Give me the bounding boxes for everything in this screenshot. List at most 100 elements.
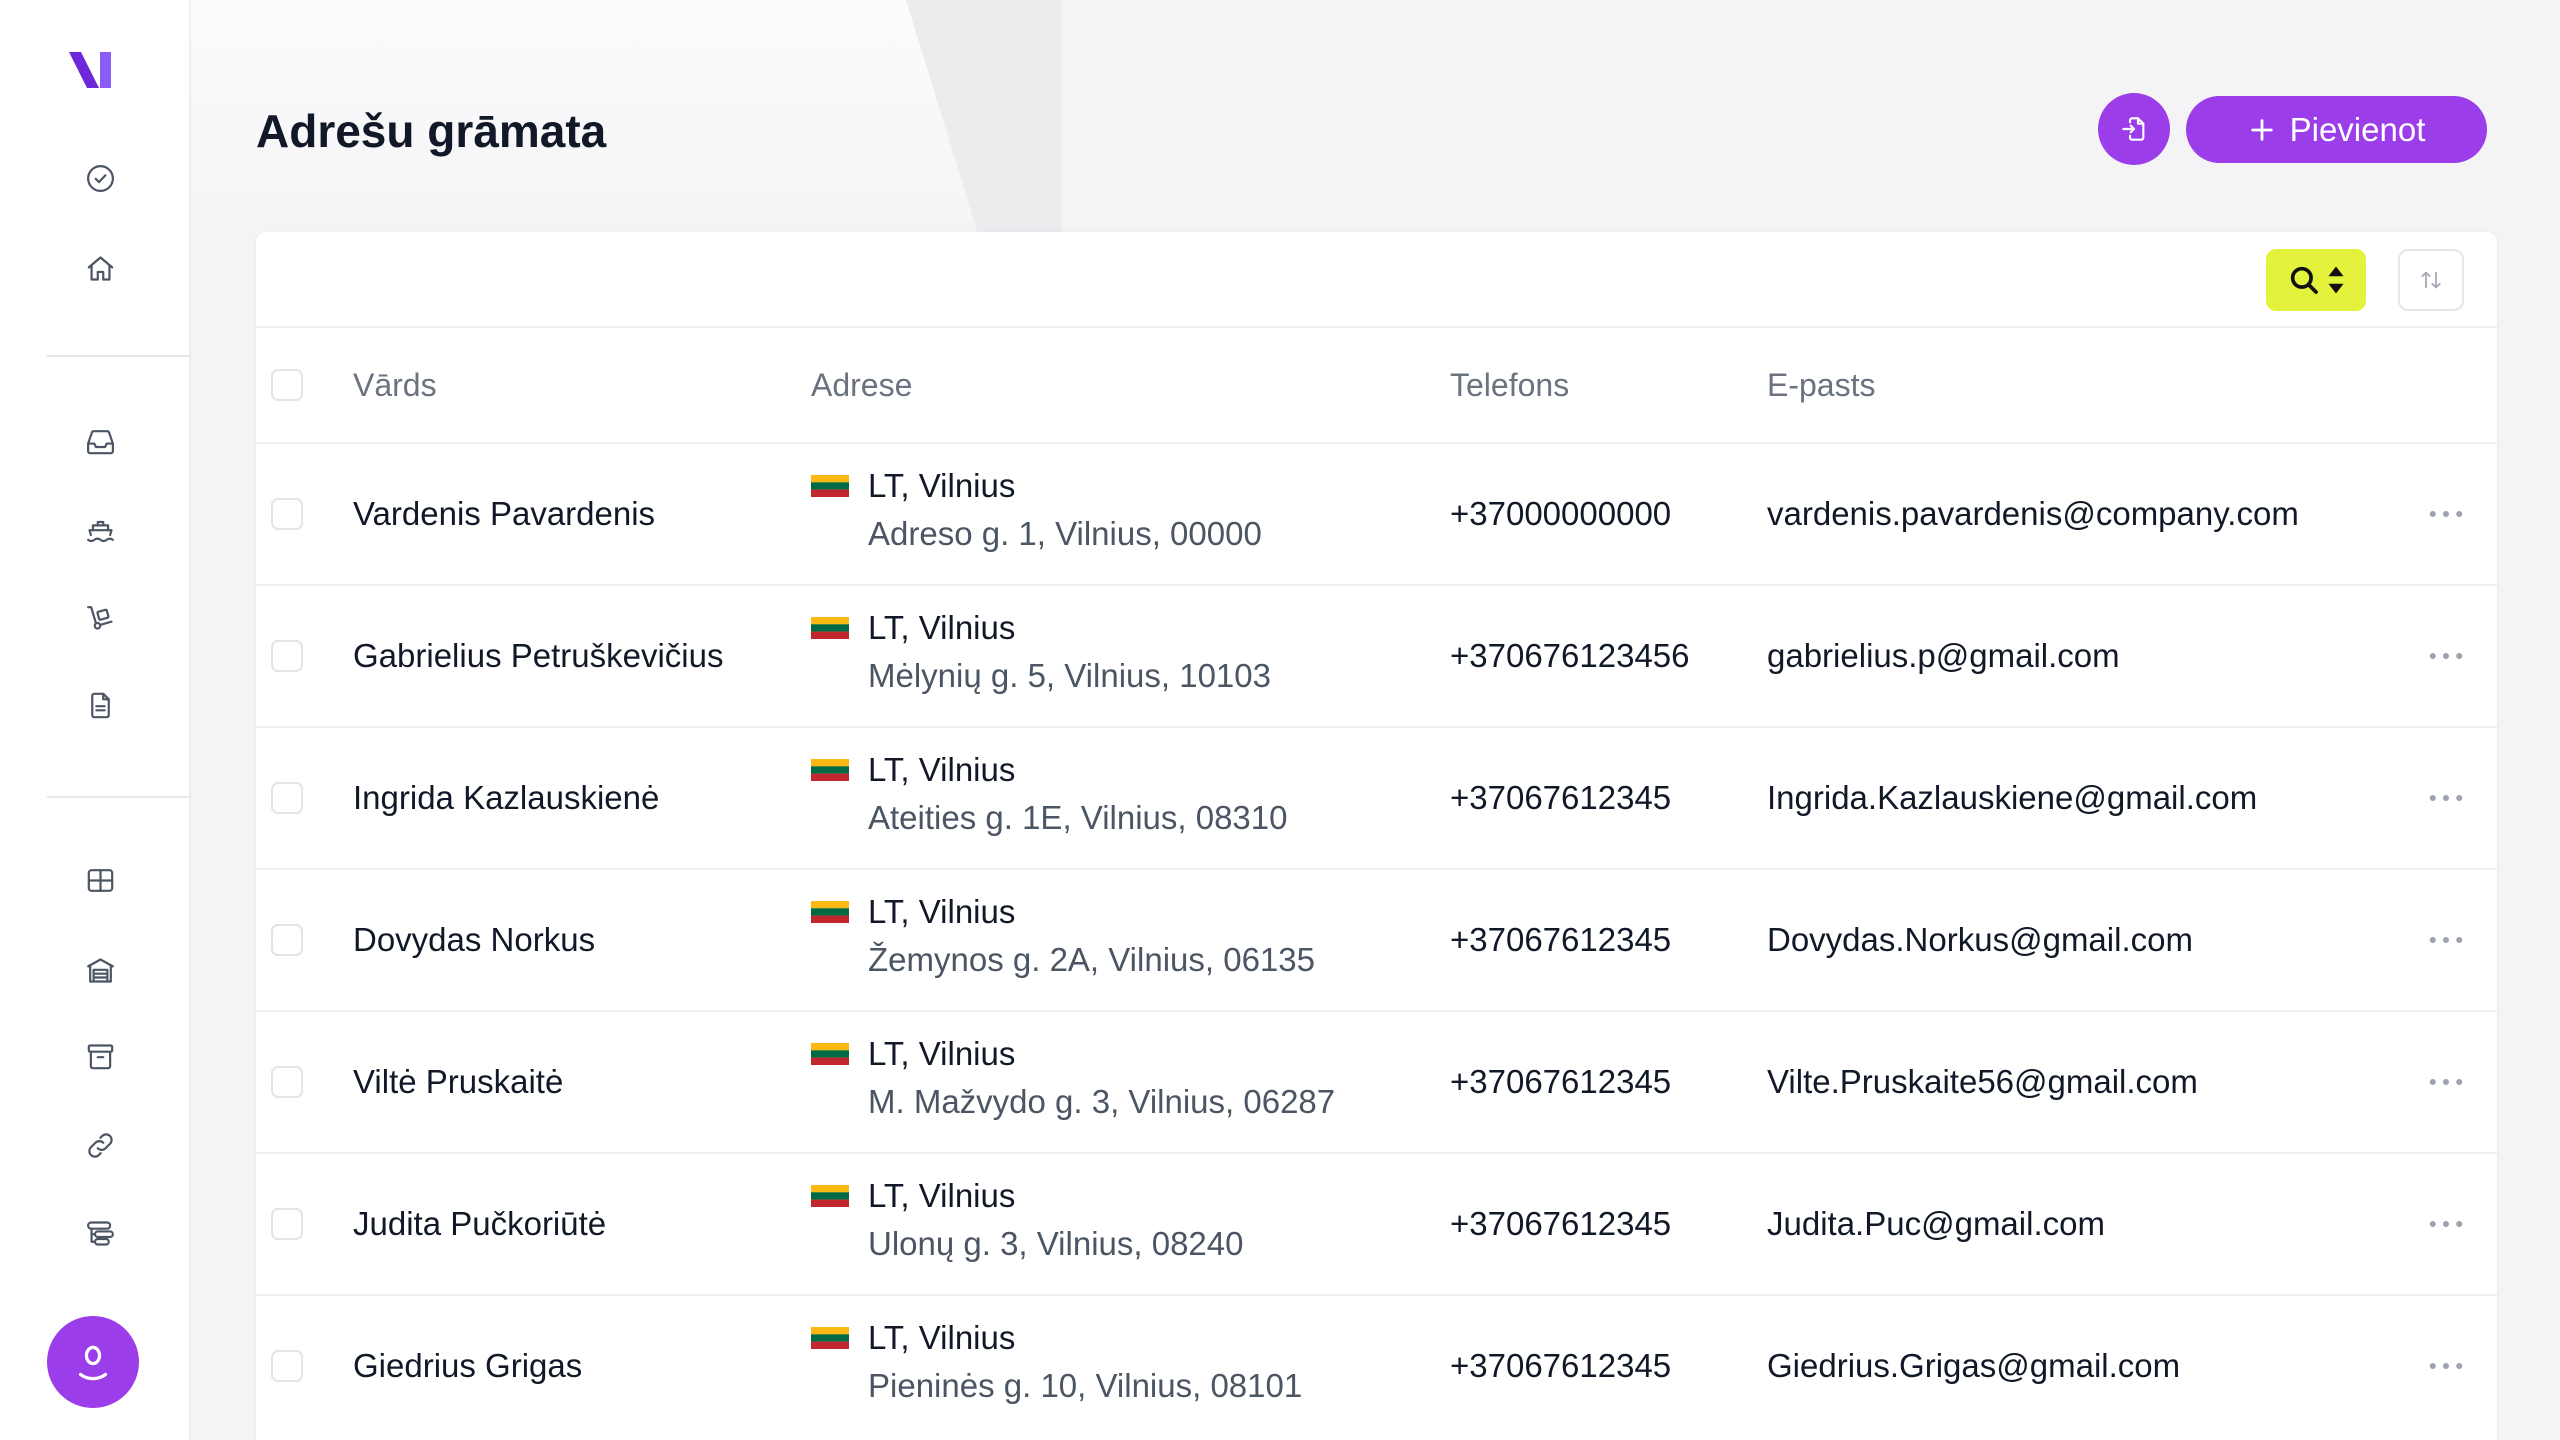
- nav-item-inbox[interactable]: [75, 416, 125, 466]
- lithuania-flag-icon: [811, 617, 849, 639]
- row-actions-button[interactable]: [2426, 636, 2466, 676]
- column-header-address: Adrese: [811, 367, 913, 403]
- address-book-card: Vārds Adrese Telefons E-pasts Vardenis P…: [256, 232, 2497, 1440]
- contact-email: Giedrius.Grigas@gmail.com: [1767, 1347, 2181, 1384]
- row-checkbox[interactable]: [271, 1066, 303, 1098]
- contact-phone: +37000000000: [1450, 495, 1672, 532]
- app-logo[interactable]: [69, 52, 111, 88]
- address-location: LT, Vilnius: [868, 467, 1016, 504]
- row-checkbox[interactable]: [271, 640, 303, 672]
- more-horizontal-icon: [2429, 652, 2463, 660]
- lithuania-flag-icon: [811, 759, 849, 781]
- lithuania-flag-icon: [811, 1185, 849, 1207]
- home-icon: [87, 255, 113, 281]
- import-button[interactable]: [2098, 93, 2170, 165]
- row-checkbox[interactable]: [271, 498, 303, 530]
- select-all-checkbox[interactable]: [271, 369, 303, 401]
- table-row[interactable]: Gabrielius Petruškevičius LT, Vilnius Mė…: [256, 584, 2497, 726]
- row-checkbox[interactable]: [271, 782, 303, 814]
- address-location: LT, Vilnius: [868, 1035, 1016, 1072]
- table-row[interactable]: Judita Pučkoriūtė LT, Vilnius Ulonų g. 3…: [256, 1152, 2497, 1294]
- contact-email: gabrielius.p@gmail.com: [1767, 637, 2120, 674]
- address-street: Žemynos g. 2A, Vilnius, 06135: [868, 941, 1315, 978]
- file-import-icon: [2122, 117, 2145, 141]
- route-stack-icon: [86, 1220, 114, 1246]
- address-street: Ulonų g. 3, Vilnius, 08240: [868, 1225, 1244, 1262]
- contact-phone: +37067612345: [1450, 1063, 1672, 1100]
- more-horizontal-icon: [2429, 936, 2463, 944]
- search-toggle-button[interactable]: [2266, 249, 2366, 311]
- add-button-label: Pievienot: [2289, 110, 2426, 148]
- contact-phone: +37067612345: [1450, 1347, 1672, 1384]
- more-horizontal-icon: [2429, 510, 2463, 518]
- more-horizontal-icon: [2429, 1362, 2463, 1370]
- app-logo-icon: [69, 52, 111, 88]
- contact-phone: +37067612345: [1450, 779, 1672, 816]
- sort-arrows-icon: [2421, 271, 2441, 289]
- contact-address: LT, Vilnius Žemynos g. 2A, Vilnius, 0613…: [811, 888, 1431, 984]
- nav-item-integrations[interactable]: [75, 1120, 125, 1170]
- add-contact-button[interactable]: Pievienot: [2186, 96, 2487, 163]
- address-street: Adreso g. 1, Vilnius, 00000: [868, 515, 1262, 552]
- row-checkbox[interactable]: [271, 1350, 303, 1382]
- contact-name: Gabrielius Petruškevičius: [353, 637, 724, 674]
- lithuania-flag-icon: [811, 1043, 849, 1065]
- address-street: Mėlynių g. 5, Vilnius, 10103: [868, 657, 1271, 694]
- contact-phone: +37067612345: [1450, 921, 1672, 958]
- column-header-name: Vārds: [353, 367, 437, 403]
- lithuania-flag-icon: [811, 901, 849, 923]
- nav-item-tasks[interactable]: [75, 153, 125, 203]
- column-header-phone: Telefons: [1450, 367, 1570, 403]
- sidebar-divider: [47, 796, 191, 798]
- page-title: Adrešu grāmata: [256, 105, 607, 157]
- contact-phone: +37067612345: [1450, 1205, 1672, 1242]
- address-location: LT, Vilnius: [868, 609, 1016, 646]
- table-toolbar: [256, 232, 2497, 328]
- nav-item-routes[interactable]: [75, 1208, 125, 1258]
- table-row[interactable]: Vardenis Pavardenis LT, Vilnius Adreso g…: [256, 442, 2497, 584]
- contact-name: Dovydas Norkus: [353, 921, 596, 958]
- contact-address: LT, Vilnius Ateities g. 1E, Vilnius, 083…: [811, 746, 1431, 842]
- nav-item-home[interactable]: [75, 243, 125, 293]
- row-actions-button[interactable]: [2426, 494, 2466, 534]
- warehouse-icon: [86, 957, 114, 983]
- check-circle-icon: [86, 164, 114, 192]
- address-street: M. Mažvydo g. 3, Vilnius, 06287: [868, 1083, 1336, 1120]
- nav-item-warehouse[interactable]: [75, 945, 125, 995]
- contact-email: Ingrida.Kazlauskiene@gmail.com: [1767, 779, 2258, 816]
- sidebar-divider: [47, 355, 191, 357]
- table-row[interactable]: Ingrida Kazlauskienė LT, Vilnius Ateitie…: [256, 726, 2497, 868]
- row-actions-button[interactable]: [2426, 778, 2466, 818]
- nav-item-shipments[interactable]: [75, 504, 125, 554]
- table-row[interactable]: Viltė Pruskaitė LT, Vilnius M. Mažvydo g…: [256, 1010, 2497, 1152]
- user-avatar-button[interactable]: [47, 1316, 139, 1408]
- lithuania-flag-icon: [811, 1327, 849, 1349]
- address-street: Ateities g. 1E, Vilnius, 08310: [868, 799, 1288, 836]
- nav-item-deliveries[interactable]: [75, 592, 125, 642]
- contact-email: Dovydas.Norkus@gmail.com: [1767, 921, 2193, 958]
- row-actions-button[interactable]: [2426, 1204, 2466, 1244]
- contact-name: Vardenis Pavardenis: [353, 495, 656, 532]
- plus-icon: [2250, 118, 2273, 141]
- table-row[interactable]: Dovydas Norkus LT, Vilnius Žemynos g. 2A…: [256, 868, 2497, 1010]
- row-actions-button[interactable]: [2426, 1062, 2466, 1102]
- row-actions-button[interactable]: [2426, 1346, 2466, 1386]
- row-actions-button[interactable]: [2426, 920, 2466, 960]
- ship-icon: [86, 520, 114, 542]
- sort-button[interactable]: [2398, 249, 2464, 311]
- nav-item-archive[interactable]: [75, 1031, 125, 1081]
- row-checkbox[interactable]: [271, 924, 303, 956]
- nav-item-tables[interactable]: [75, 855, 125, 905]
- address-location: LT, Vilnius: [868, 893, 1016, 930]
- table-header: Vārds Adrese Telefons E-pasts: [256, 328, 2497, 442]
- nav-item-documents[interactable]: [75, 680, 125, 730]
- contact-email: Judita.Puc@gmail.com: [1767, 1205, 2105, 1242]
- search-icon: [2290, 266, 2318, 294]
- contact-address: LT, Vilnius Mėlynių g. 5, Vilnius, 10103: [811, 604, 1431, 700]
- row-checkbox[interactable]: [271, 1208, 303, 1240]
- inbox-icon: [86, 429, 114, 454]
- address-street: Pieninės g. 10, Vilnius, 08101: [868, 1367, 1303, 1404]
- table-row[interactable]: Giedrius Grigas LT, Vilnius Pieninės g. …: [256, 1294, 2497, 1436]
- address-location: LT, Vilnius: [868, 1319, 1016, 1356]
- more-horizontal-icon: [2429, 1078, 2463, 1086]
